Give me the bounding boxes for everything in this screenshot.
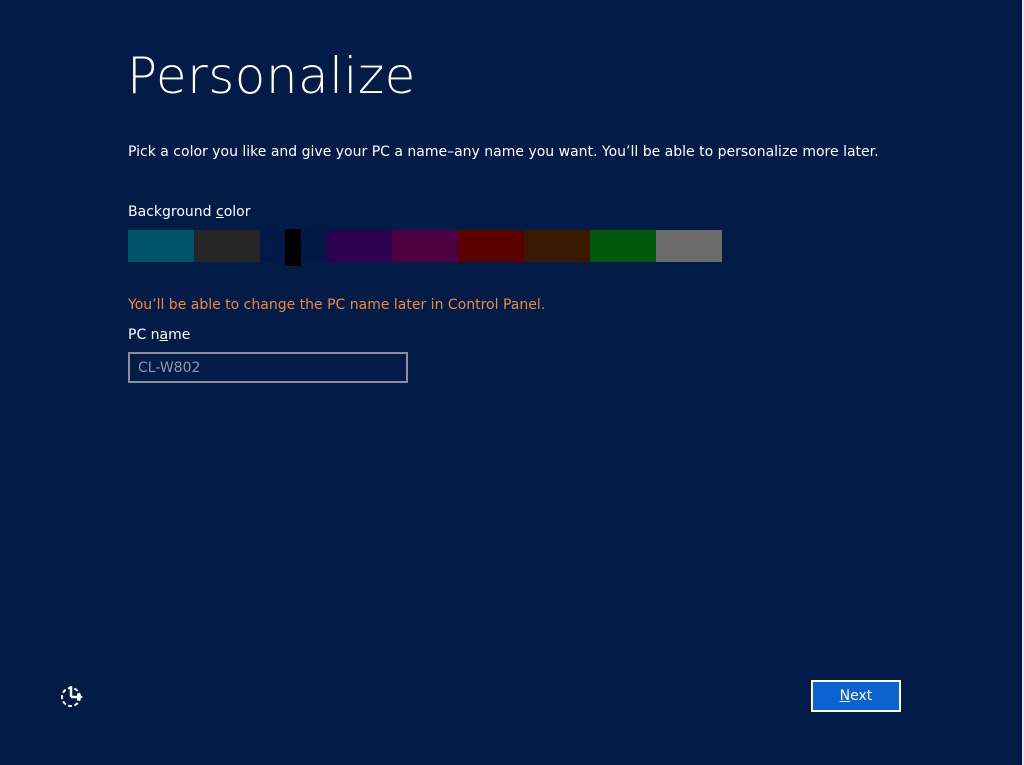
color-swatch-brown[interactable] [524, 230, 590, 262]
pc-name-label-suffix: me [168, 327, 191, 343]
background-color-label: Background color [128, 203, 250, 221]
color-slider-thumb[interactable] [285, 229, 301, 266]
next-button-label-suffix: ext [850, 688, 873, 704]
color-swatch-maroon[interactable] [458, 230, 524, 262]
color-swatch-charcoal[interactable] [194, 230, 260, 262]
pc-name-label: PC name [128, 326, 190, 344]
pc-name-label-accelerator: a [159, 327, 169, 343]
color-swatch-green[interactable] [590, 230, 656, 262]
background-color-label-prefix: Background [128, 204, 216, 220]
personalize-page: Personalize Pick a color you like and gi… [0, 0, 1024, 765]
pc-name-label-prefix: PC n [128, 327, 160, 343]
ease-of-access-icon[interactable] [57, 683, 85, 711]
color-swatch-plum[interactable] [392, 230, 458, 262]
color-swatch-gray[interactable] [656, 230, 722, 262]
page-title: Personalize [127, 47, 416, 105]
color-swatch-purple[interactable] [326, 230, 392, 262]
next-button[interactable]: Next [811, 680, 901, 712]
background-color-label-suffix: olor [223, 204, 251, 220]
pc-name-input[interactable] [128, 352, 408, 383]
color-swatch-teal[interactable] [128, 230, 194, 262]
background-color-picker[interactable] [128, 229, 722, 266]
background-color-label-accelerator: c [215, 204, 224, 220]
next-button-accelerator: N [839, 688, 851, 704]
pc-name-warning: You’ll be able to change the PC name lat… [128, 297, 546, 313]
intro-text: Pick a color you like and give your PC a… [128, 144, 879, 160]
